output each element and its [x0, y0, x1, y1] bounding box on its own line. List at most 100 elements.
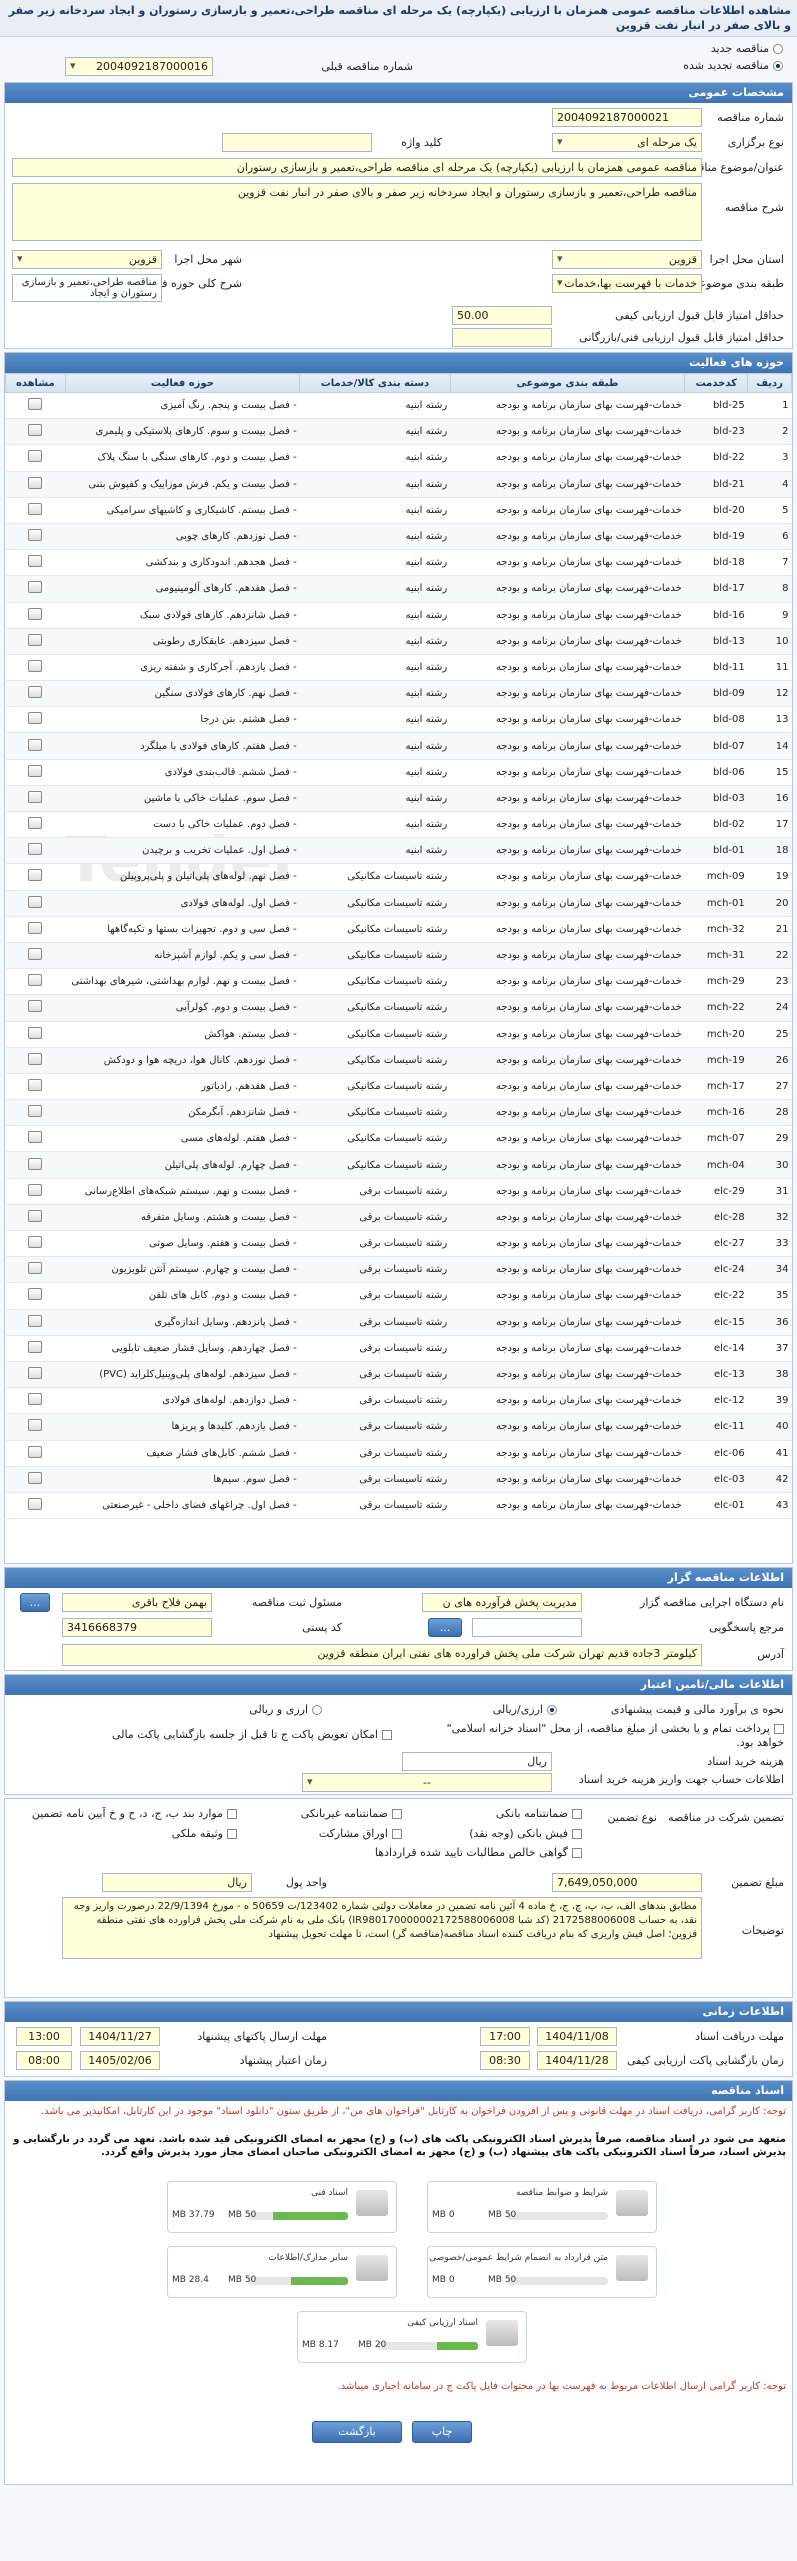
keyword-field[interactable]	[222, 133, 372, 152]
view-cell[interactable]	[5, 837, 66, 865]
view-cell[interactable]	[5, 549, 66, 577]
view-cell[interactable]	[5, 1492, 66, 1520]
view-icon[interactable]	[28, 686, 43, 699]
print-button[interactable]: چاپ	[412, 2421, 472, 2443]
postal-field[interactable]: 3416668379	[62, 1618, 212, 1637]
view-icon[interactable]	[28, 1183, 43, 1196]
doc-deadline-time[interactable]: 17:00	[480, 2027, 530, 2046]
doc-item-contract[interactable]: متن قرارداد به انضمام شرایط عمومی/خصوصی 0…	[427, 2246, 657, 2298]
opt-property[interactable]: وثیقه ملکی	[172, 1827, 237, 1840]
view-cell[interactable]	[5, 628, 66, 655]
opt-bonds[interactable]: اوراق مشارکت	[319, 1827, 402, 1840]
open-time[interactable]: 08:30	[480, 2051, 530, 2070]
view-cell[interactable]	[5, 392, 66, 420]
province-select[interactable]: قزوین	[552, 250, 702, 269]
view-cell[interactable]	[5, 1021, 66, 1048]
view-cell[interactable]	[5, 890, 66, 917]
view-icon[interactable]	[28, 974, 43, 987]
view-cell[interactable]	[5, 1335, 66, 1362]
amount-field[interactable]: 7,649,050,000	[552, 1873, 702, 1892]
view-cell[interactable]	[5, 942, 66, 970]
view-cell[interactable]	[5, 575, 66, 603]
view-icon[interactable]	[28, 869, 43, 882]
send-deadline-time[interactable]: 13:00	[16, 2027, 72, 2046]
addr-field[interactable]: کیلومتر 3جاده قدیم تهران شرکت ملی پخش فر…	[62, 1644, 702, 1666]
view-cell[interactable]	[5, 1178, 66, 1205]
guarantee-desc-field[interactable]: مطابق بندهای الف، ب، پ، چ، ج، خ ماده 4 آ…	[62, 1897, 702, 1959]
scope-list[interactable]: مناقصه طراحی،تعمیر و بازسازی رستوران و ا…	[12, 274, 162, 302]
view-cell[interactable]	[5, 418, 66, 446]
view-icon[interactable]	[28, 607, 43, 620]
opt-receivables[interactable]: گواهی خالص مطالبات تایید شده قراردادها	[375, 1846, 582, 1859]
opt-other-clauses[interactable]: موارد بند ب، ج، د، ح و خ آیین نامه تضمین	[32, 1807, 237, 1820]
view-icon[interactable]	[28, 398, 43, 411]
opt-nonbank-guarantee[interactable]: ضمانتنامه غیربانکی	[301, 1807, 402, 1820]
resp-more-button[interactable]: ...	[20, 1593, 50, 1612]
view-icon[interactable]	[28, 948, 43, 961]
view-cell[interactable]	[5, 1099, 66, 1127]
view-cell[interactable]	[5, 1387, 66, 1415]
doc-item-quality[interactable]: اسناد ارزیابی کیفی 8.17 MB 20 MB	[297, 2311, 527, 2363]
view-icon[interactable]	[28, 1340, 43, 1353]
open-date[interactable]: 1404/11/28	[537, 2051, 617, 2070]
view-cell[interactable]	[5, 1047, 66, 1074]
ref-field[interactable]	[472, 1618, 582, 1637]
foreign-radio[interactable]: ارزی و ریالی	[249, 1703, 322, 1716]
view-icon[interactable]	[28, 817, 43, 830]
min-score-field[interactable]: 50.00	[452, 306, 552, 325]
doc-deadline-date[interactable]: 1404/11/08	[537, 2027, 617, 2046]
view-cell[interactable]	[5, 680, 66, 708]
view-cell[interactable]	[5, 994, 66, 1022]
view-icon[interactable]	[28, 581, 43, 594]
view-icon[interactable]	[28, 1209, 43, 1222]
valid-date[interactable]: 1405/02/06	[80, 2051, 160, 2070]
view-icon[interactable]	[28, 1367, 43, 1380]
view-icon[interactable]	[28, 1026, 43, 1039]
view-cell[interactable]	[5, 1440, 66, 1467]
view-cell[interactable]	[5, 1466, 66, 1493]
view-icon[interactable]	[28, 1105, 43, 1118]
view-icon[interactable]	[28, 424, 43, 437]
view-cell[interactable]	[5, 602, 66, 629]
view-icon[interactable]	[28, 1157, 43, 1170]
acct-select[interactable]: --	[302, 1773, 552, 1792]
view-cell[interactable]	[5, 497, 66, 524]
view-cell[interactable]	[5, 1282, 66, 1310]
view-cell[interactable]	[5, 444, 66, 472]
view-icon[interactable]	[28, 1497, 43, 1510]
view-cell[interactable]	[5, 732, 66, 760]
view-icon[interactable]	[28, 450, 43, 463]
title-field[interactable]: مناقصه عمومی همزمان با ارزیابی (یکپارچه)…	[12, 158, 702, 177]
doc-price-field[interactable]: ریال	[402, 1752, 552, 1771]
view-icon[interactable]	[28, 1445, 43, 1458]
view-cell[interactable]	[5, 759, 66, 786]
view-cell[interactable]	[5, 1230, 66, 1258]
view-icon[interactable]	[28, 1393, 43, 1406]
view-icon[interactable]	[28, 738, 43, 751]
doc-item-other[interactable]: سایر مدارک/اطلاعات 28.4 MB 50 MB	[167, 2246, 397, 2298]
view-icon[interactable]	[28, 555, 43, 568]
view-cell[interactable]	[5, 1309, 66, 1336]
unit-field[interactable]: ریال	[102, 1873, 252, 1892]
org-field[interactable]: مدیریت پخش فرآورده های ن	[422, 1593, 582, 1612]
city-select[interactable]: قزوین	[12, 250, 162, 269]
send-deadline-date[interactable]: 1404/11/27	[80, 2027, 160, 2046]
view-icon[interactable]	[28, 895, 43, 908]
type-select[interactable]: یک مرحله ای	[552, 133, 702, 152]
view-cell[interactable]	[5, 1256, 66, 1284]
treasury-checkbox[interactable]: پرداخت تمام و یا بخشی از مبلغ مناقصه، از…	[447, 1722, 784, 1735]
view-icon[interactable]	[28, 1419, 43, 1432]
view-cell[interactable]	[5, 654, 66, 682]
view-icon[interactable]	[28, 633, 43, 646]
prev-number-select[interactable]: 2004092187000016	[65, 57, 213, 76]
view-icon[interactable]	[28, 1131, 43, 1144]
opt-bank-guarantee[interactable]: ضمانتنامه بانکی	[496, 1807, 582, 1820]
view-cell[interactable]	[5, 1361, 66, 1389]
view-icon[interactable]	[28, 1236, 43, 1249]
ref-more-button[interactable]: ...	[428, 1618, 462, 1637]
view-cell[interactable]	[5, 811, 66, 839]
view-cell[interactable]	[5, 471, 66, 498]
view-icon[interactable]	[28, 790, 43, 803]
view-icon[interactable]	[28, 1262, 43, 1275]
view-icon[interactable]	[28, 659, 43, 672]
